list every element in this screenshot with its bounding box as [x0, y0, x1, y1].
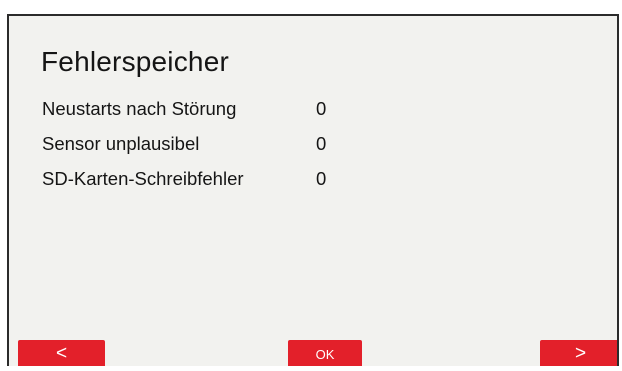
page-title: Fehlerspeicher	[41, 46, 229, 77]
ok-button[interactable]: OK	[288, 340, 362, 366]
next-button[interactable]: >	[540, 340, 617, 366]
error-count: 0	[316, 98, 327, 119]
error-count: 0	[316, 168, 327, 189]
error-label: SD-Karten-Schreibfehler	[42, 168, 244, 189]
error-label: Neustarts nach Störung	[42, 98, 237, 119]
previous-button[interactable]: <	[18, 340, 105, 366]
device-frame: Fehlerspeicher Neustarts nach Störung 0 …	[0, 0, 622, 371]
display-screen: Fehlerspeicher Neustarts nach Störung 0 …	[7, 14, 619, 366]
error-count: 0	[316, 133, 327, 154]
error-label: Sensor unplausibel	[42, 133, 200, 154]
